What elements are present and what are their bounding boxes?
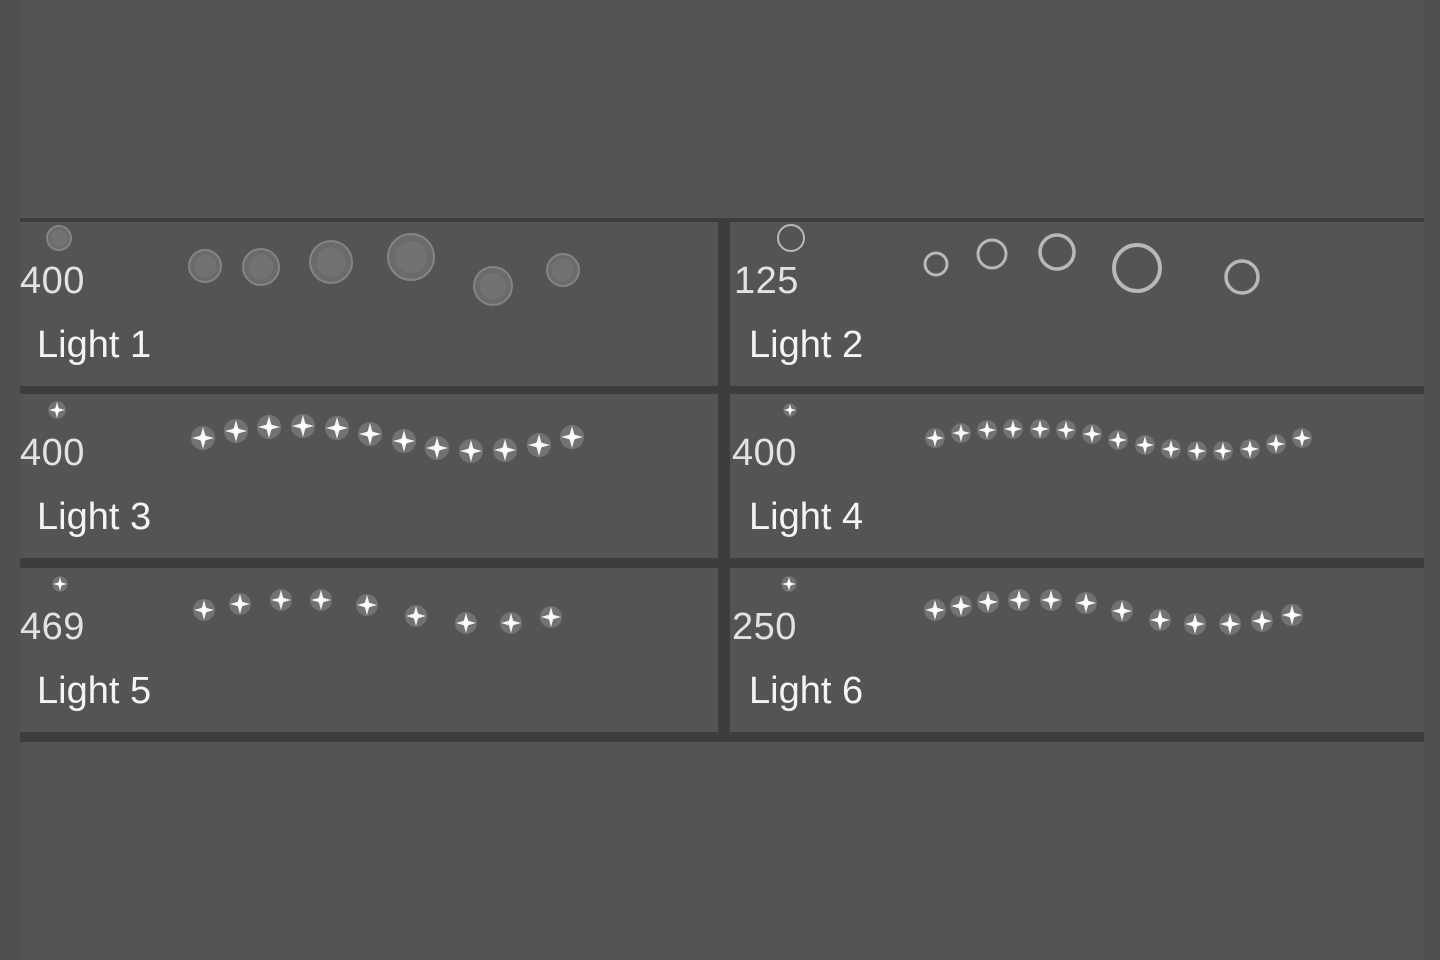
stroke-ring: [1224, 259, 1260, 295]
brush-preset-light-4[interactable]: 400 Light 4: [730, 394, 1424, 558]
stroke-sparkle: [1040, 589, 1062, 611]
stroke-sparkle: [1149, 609, 1171, 631]
sparkle-icon: [783, 403, 797, 417]
brush-name-label: Light 1: [37, 324, 152, 366]
brush-presets-panel: 400 Light 1 125 Light 2 400 Light 3 400 …: [0, 0, 1440, 960]
stroke-sparkle: [1108, 430, 1128, 450]
brush-name-label: Light 2: [749, 324, 864, 366]
brush-name-label: Light 4: [749, 496, 864, 538]
stroke-sparkle: [190, 425, 216, 451]
brush-preset-grid: 400 Light 1 125 Light 2 400 Light 3 400 …: [20, 218, 1424, 742]
sparkle-icon: [52, 576, 68, 592]
brush-size-label: 400: [20, 260, 85, 302]
stroke-sparkle: [1008, 589, 1030, 611]
stroke-sparkle: [1111, 600, 1133, 622]
stroke-dot: [473, 266, 513, 306]
brush-preset-light-2[interactable]: 125 Light 2: [730, 222, 1424, 386]
stroke-sparkle: [1213, 441, 1233, 461]
tip-mark: [46, 225, 72, 251]
stroke-sparkle: [193, 599, 215, 621]
brush-preset-light-3[interactable]: 400 Light 3: [20, 394, 718, 558]
panel-left-border: [0, 0, 20, 960]
brush-preset-light-5[interactable]: 469 Light 5: [20, 568, 718, 732]
stroke-sparkle: [310, 589, 332, 611]
stroke-preview: [925, 419, 1312, 461]
brush-preset-light-6[interactable]: 250 Light 6: [730, 568, 1424, 732]
brush-name-label: Light 3: [37, 496, 152, 538]
tip-mark: [48, 401, 66, 419]
brush-size-label: 400: [732, 432, 797, 474]
stroke-preview: [190, 413, 585, 464]
stroke-sparkle: [1281, 604, 1303, 626]
stroke-sparkle: [977, 591, 999, 613]
stroke-sparkle: [1266, 434, 1286, 454]
stroke-sparkle: [458, 438, 484, 464]
stroke-sparkle: [256, 414, 282, 440]
tip-mark: [783, 403, 797, 417]
stroke-sparkle: [290, 413, 316, 439]
stroke-sparkle: [950, 595, 972, 617]
brush-name-label: Light 6: [749, 670, 864, 712]
stroke-sparkle: [424, 435, 450, 461]
ring-icon: [777, 224, 805, 252]
stroke-sparkle: [405, 605, 427, 627]
stroke-sparkle: [951, 423, 971, 443]
stroke-preview: [193, 589, 562, 634]
stroke-sparkle: [1056, 420, 1076, 440]
stroke-dot: [242, 248, 280, 286]
stroke-sparkle: [223, 418, 249, 444]
stroke-sparkle: [1030, 419, 1050, 439]
stroke-sparkle: [925, 428, 945, 448]
stroke-ring: [1112, 243, 1162, 293]
stroke-sparkle: [492, 437, 518, 463]
sparkle-icon: [781, 576, 797, 592]
panel-right-border: [1424, 0, 1440, 960]
stroke-sparkle: [540, 606, 562, 628]
stroke-sparkle: [391, 428, 417, 454]
stroke-preview: [188, 233, 580, 306]
brush-size-label: 469: [20, 606, 85, 648]
tip-mark: [777, 224, 805, 252]
stroke-dot: [188, 249, 222, 283]
soft-circle-icon: [46, 225, 72, 251]
sparkle-icon: [48, 401, 66, 419]
brush-size-label: 250: [732, 606, 797, 648]
stroke-sparkle: [357, 421, 383, 447]
stroke-sparkle: [270, 589, 292, 611]
stroke-sparkle: [1292, 428, 1312, 448]
stroke-ring: [976, 238, 1008, 270]
brush-name-label: Light 5: [37, 670, 152, 712]
stroke-sparkle: [559, 424, 585, 450]
brush-preset-light-1[interactable]: 400 Light 1: [20, 222, 718, 386]
stroke-sparkle: [500, 612, 522, 634]
stroke-dot: [387, 233, 435, 281]
stroke-sparkle: [1075, 592, 1097, 614]
stroke-sparkle: [977, 420, 997, 440]
stroke-preview: [924, 589, 1303, 635]
stroke-sparkle: [455, 612, 477, 634]
tip-mark: [52, 576, 68, 592]
stroke-sparkle: [1219, 613, 1241, 635]
stroke-sparkle: [229, 593, 251, 615]
stroke-sparkle: [1003, 419, 1023, 439]
stroke-sparkle: [924, 599, 946, 621]
stroke-sparkle: [526, 432, 552, 458]
stroke-sparkle: [1184, 613, 1206, 635]
stroke-sparkle: [356, 594, 378, 616]
stroke-sparkle: [1161, 439, 1181, 459]
brush-size-label: 400: [20, 432, 85, 474]
stroke-sparkle: [1251, 610, 1273, 632]
stroke-preview: [923, 233, 1260, 295]
stroke-sparkle: [1135, 435, 1155, 455]
tip-mark: [781, 576, 797, 592]
stroke-ring: [1038, 233, 1076, 271]
stroke-sparkle: [1187, 441, 1207, 461]
stroke-dot: [546, 253, 580, 287]
brush-size-label: 125: [734, 260, 799, 302]
stroke-dot: [309, 240, 353, 284]
stroke-sparkle: [1082, 424, 1102, 444]
stroke-sparkle: [324, 415, 350, 441]
stroke-sparkle: [1240, 439, 1260, 459]
stroke-ring: [923, 251, 949, 277]
